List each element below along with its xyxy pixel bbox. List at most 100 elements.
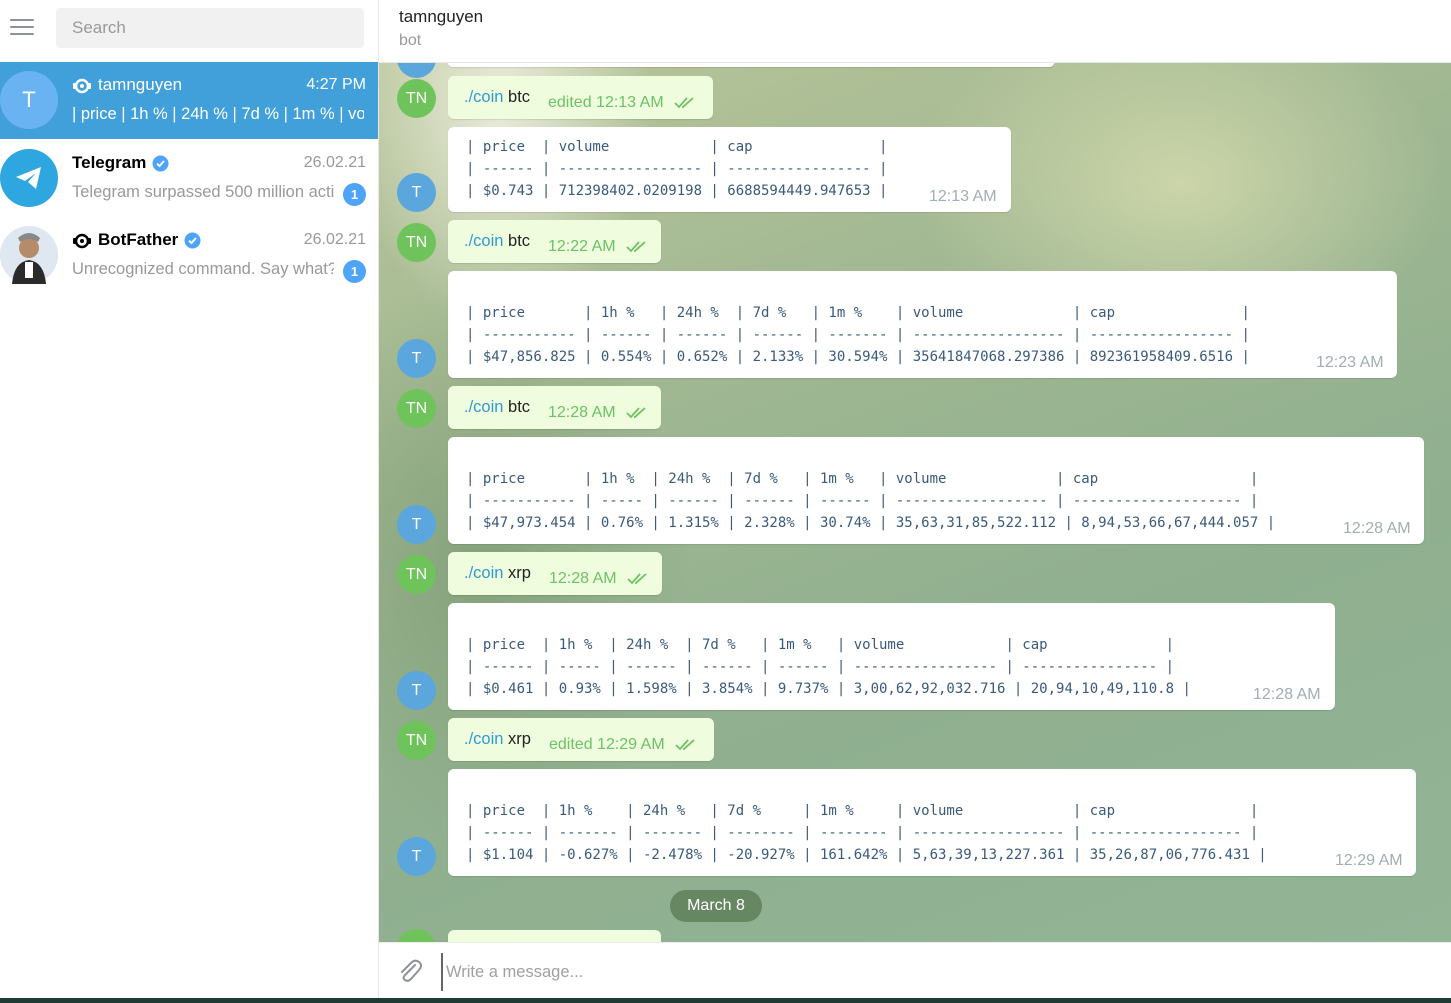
message-time: 12:28 AM bbox=[1253, 686, 1321, 703]
chat-list-sidebar: T tamnguyen 4:27 PM | price | 1h % | 24h… bbox=[0, 0, 379, 1003]
message-time: 12:22 AM bbox=[548, 238, 616, 255]
table-row: | ------ | ----- | ------ | ------ | ---… bbox=[466, 659, 1175, 675]
command-arg: btc bbox=[508, 398, 531, 416]
message-bubble-incoming[interactable]: | price | 1h % | 24h % | 7d % | 1m % | v… bbox=[448, 271, 1397, 378]
verified-icon bbox=[152, 155, 169, 171]
table-row: | price | 1h % | 24h % | 7d % | 1m % | v… bbox=[466, 637, 1175, 653]
table-row: | ----------- | ------ | ------ | ------… bbox=[466, 327, 1250, 343]
table-row: | $0.743 | 712398402.0209198 | 668859444… bbox=[466, 183, 888, 199]
avatar bbox=[397, 63, 436, 78]
message-bubble-outgoing[interactable]: ./coin xrp edited 12:29 AM bbox=[448, 718, 714, 761]
avatar: T bbox=[397, 173, 436, 212]
hamburger-menu-icon[interactable] bbox=[10, 19, 34, 37]
message-table: | price | 1h % | 24h % | 7d % | 1m % | v… bbox=[466, 468, 1275, 534]
command-arg: btc bbox=[508, 232, 531, 250]
avatar: T bbox=[397, 339, 436, 378]
message-meta: edited 12:29 AM bbox=[549, 736, 697, 754]
avatar: T bbox=[397, 837, 436, 876]
command-link[interactable]: ./coin bbox=[464, 88, 503, 106]
chat-time: 26.02.21 bbox=[303, 231, 366, 248]
chat-name: BotFather bbox=[72, 230, 201, 250]
message-meta: 12:22 AM bbox=[548, 238, 648, 256]
chat-preview: Telegram surpassed 500 million active us… bbox=[72, 183, 334, 201]
chat-name-text: tamnguyen bbox=[98, 75, 183, 94]
chat-item-tamnguyen[interactable]: T tamnguyen 4:27 PM | price | 1h % | 24h… bbox=[0, 62, 378, 139]
double-check-icon bbox=[626, 573, 647, 585]
command-arg: xrp bbox=[508, 564, 531, 582]
double-check-icon bbox=[674, 97, 694, 109]
message-time: 12:29 AM bbox=[1335, 852, 1403, 869]
double-check-icon bbox=[625, 241, 646, 253]
message-table: | price | 1h % | 24h % | 7d % | 1m % | v… bbox=[466, 800, 1267, 866]
table-row: | price | 1h % | 24h % | 7d % | 1m % | v… bbox=[466, 305, 1250, 321]
command-link[interactable]: ./coin bbox=[464, 398, 503, 416]
avatar: T bbox=[397, 505, 436, 544]
date-separator: March 8 bbox=[670, 890, 762, 922]
message-text: ./coin xrp bbox=[464, 564, 531, 583]
chat-preview: | price | 1h % | 24h % | 7d % | 1m % | v… bbox=[72, 105, 364, 123]
table-row: | price | volume | cap | bbox=[466, 139, 888, 155]
command-link[interactable]: ./coin bbox=[464, 564, 503, 582]
double-check-icon bbox=[625, 407, 646, 419]
message-time: edited 12:29 AM bbox=[549, 736, 665, 753]
message-bubble-incoming[interactable]: | price | 1h % | 24h % | 7d % | 1m % | v… bbox=[448, 603, 1335, 710]
botfather-avatar bbox=[0, 226, 58, 284]
command-link[interactable]: ./coin bbox=[464, 730, 503, 748]
avatar: TN bbox=[397, 79, 436, 118]
partial-message-bubble bbox=[447, 63, 1055, 67]
search-input[interactable] bbox=[56, 8, 364, 48]
command-link[interactable]: ./coin bbox=[464, 232, 503, 250]
avatar: TN bbox=[397, 389, 436, 428]
table-row: | price | 1h % | 24h % | 7d % | 1m % | v… bbox=[466, 471, 1259, 487]
table-row: | ------ | ------- | ------- | -------- … bbox=[466, 825, 1259, 841]
avatar: TN bbox=[397, 721, 436, 760]
chat-time: 4:27 PM bbox=[306, 76, 366, 93]
taskbar-strip bbox=[0, 998, 1451, 1003]
message-composer bbox=[379, 942, 1451, 999]
chat-name-text: Telegram bbox=[72, 153, 147, 172]
message-time: 12:28 AM bbox=[549, 570, 617, 587]
chat-item-telegram[interactable]: Telegram 26.02.21 Telegram surpassed 500… bbox=[0, 140, 378, 217]
message-bubble-outgoing[interactable]: ./coin btc 12:22 AM bbox=[448, 220, 661, 263]
avatar: T bbox=[0, 71, 58, 129]
unread-badge: 1 bbox=[343, 260, 366, 283]
paperclip-icon[interactable] bbox=[395, 957, 423, 985]
chat-time: 26.02.21 bbox=[303, 154, 366, 171]
message-text: ./coin btc bbox=[464, 398, 530, 417]
table-row: | $47,856.825 | 0.554% | 0.652% | 2.133%… bbox=[466, 349, 1250, 365]
unread-badge: 1 bbox=[343, 183, 366, 206]
double-check-icon bbox=[675, 739, 695, 751]
table-row: | price | 1h % | 24h % | 7d % | 1m % | v… bbox=[466, 803, 1259, 819]
message-time: 12:13 AM bbox=[929, 188, 997, 205]
message-bubble-outgoing[interactable]: ./coin btc edited 12:13 AM bbox=[448, 76, 713, 119]
message-text: ./coin btc bbox=[464, 88, 530, 107]
avatar: TN bbox=[397, 555, 436, 594]
message-time: edited 12:13 AM bbox=[548, 94, 664, 111]
message-meta: edited 12:13 AM bbox=[548, 94, 696, 112]
message-text: ./coin xrp bbox=[464, 730, 531, 749]
chat-item-botfather[interactable]: BotFather 26.02.21 Unrecognized command.… bbox=[0, 217, 378, 294]
table-row: | $47,973.454 | 0.76% | 1.315% | 2.328% … bbox=[466, 515, 1276, 531]
message-bubble-incoming[interactable]: | price | volume | cap | | ------ | -----… bbox=[448, 127, 1011, 212]
chat-header[interactable]: tamnguyen bot bbox=[379, 0, 1451, 63]
avatar-letter: T bbox=[22, 87, 36, 112]
message-time: 12:28 AM bbox=[548, 404, 616, 421]
message-history[interactable]: TN ./coin btc edited 12:13 AM T | price … bbox=[379, 63, 1451, 942]
chat-preview: Unrecognized command. Say what? bbox=[72, 260, 334, 278]
avatar: T bbox=[397, 671, 436, 710]
message-meta: 12:28 AM bbox=[549, 570, 649, 588]
message-bubble-outgoing[interactable]: ./coin xrp 12:28 AM bbox=[448, 552, 662, 595]
message-input[interactable] bbox=[441, 953, 1428, 991]
message-meta: 12:28 AM bbox=[548, 404, 648, 422]
message-table: | price | 1h % | 24h % | 7d % | 1m % | v… bbox=[466, 634, 1191, 700]
message-bubble-incoming[interactable]: | price | 1h % | 24h % | 7d % | 1m % | v… bbox=[448, 437, 1424, 544]
chat-title: tamnguyen bbox=[399, 7, 484, 26]
chat-name-text: BotFather bbox=[98, 230, 179, 249]
message-time: 12:28 AM bbox=[1343, 520, 1411, 537]
table-row: | $1.104 | -0.627% | -2.478% | -20.927% … bbox=[466, 847, 1267, 863]
chat-name: Telegram bbox=[72, 153, 169, 173]
message-table: | price | 1h % | 24h % | 7d % | 1m % | v… bbox=[466, 302, 1250, 368]
message-table: | price | volume | cap | | ------ | -----… bbox=[466, 136, 887, 202]
message-bubble-incoming[interactable]: | price | 1h % | 24h % | 7d % | 1m % | v… bbox=[448, 769, 1416, 876]
message-bubble-outgoing[interactable]: ./coin btc 12:28 AM bbox=[448, 386, 661, 429]
